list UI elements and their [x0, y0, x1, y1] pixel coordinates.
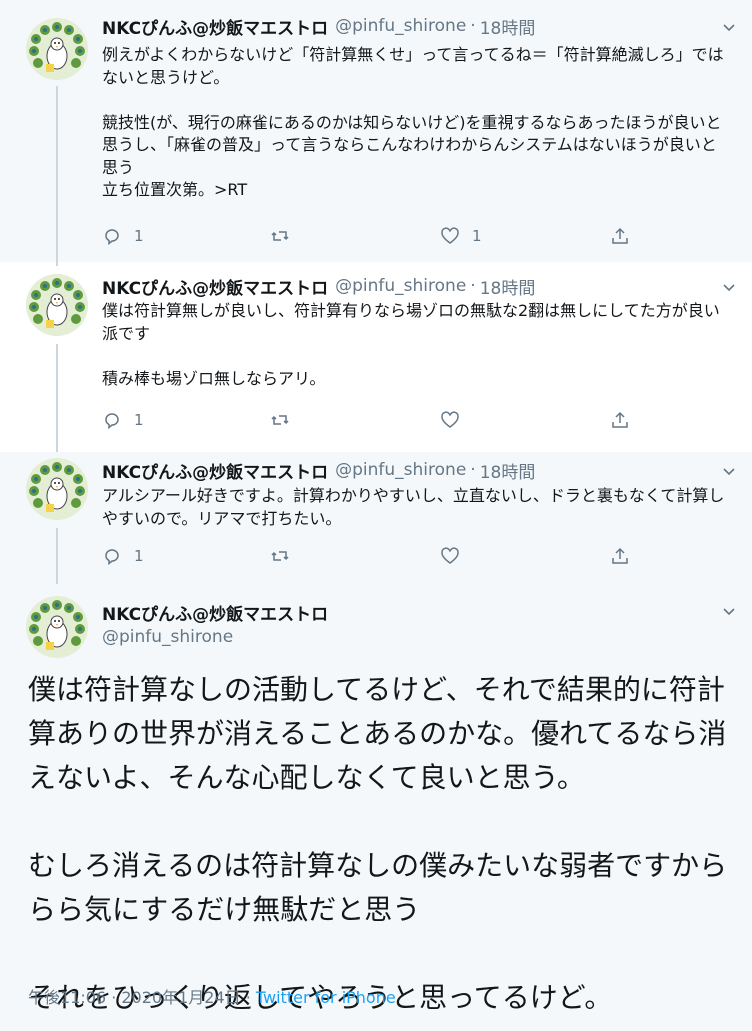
- retweet-icon: [271, 415, 289, 425]
- tweet-source-link[interactable]: Twitter for iPhone: [256, 988, 396, 1007]
- tweet-time[interactable]: 18時間: [480, 14, 536, 39]
- separator-dot: ·: [470, 276, 476, 296]
- reply-count: 1: [134, 411, 144, 429]
- avatar[interactable]: [26, 596, 88, 658]
- tweet[interactable]: NKCぴんふ@炒飯マエストロ @pinfu_shirone · 18時間 アルシ…: [0, 452, 752, 582]
- tweet-text: 例えがよくわからないけど「符計算無くせ」って言ってるね＝「符計算絶滅しろ」ではな…: [102, 44, 732, 202]
- author-handle[interactable]: @pinfu_shirone: [335, 276, 466, 296]
- author-handle[interactable]: @pinfu_shirone: [102, 627, 233, 647]
- share-button[interactable]: [610, 410, 630, 430]
- tweet-metadata: 午後11:06 · 2020年1月24日 · Twitter for iPhon…: [28, 984, 396, 1008]
- heart-icon: [441, 227, 459, 244]
- like-count: 1: [472, 227, 482, 245]
- peacock-avatar-icon: [26, 596, 88, 658]
- tweet[interactable]: NKCぴんふ@炒飯マエストロ @pinfu_shirone · 18時間 僕は符…: [0, 262, 752, 452]
- heart-icon: [441, 547, 459, 564]
- share-icon: [612, 227, 628, 244]
- tweet-actions: 1: [102, 410, 642, 434]
- tweet-paragraph: 競技性(が、現行の麻雀にあるのかは知らないけど)を重視するならあったほうが良いと…: [102, 112, 722, 177]
- tweet-actions: 1: [102, 546, 642, 570]
- tweet-paragraph: 積み棒も場ゾロ無しならアリ。: [102, 368, 326, 388]
- tweet-timestamp[interactable]: 午後11:06 · 2020年1月24日 ·: [28, 988, 256, 1007]
- share-button[interactable]: [610, 226, 630, 246]
- separator-dot: ·: [470, 460, 476, 480]
- tweet-paragraph: 僕は符計算なしの活動してるけど、それで結果的に符計算ありの世界が消えることあるの…: [28, 673, 727, 794]
- tweet-time[interactable]: 18時間: [480, 458, 536, 483]
- author-name[interactable]: NKCぴんふ@炒飯マエストロ: [102, 274, 328, 299]
- avatar[interactable]: [26, 458, 88, 520]
- tweet[interactable]: NKCぴんふ@炒飯マエストロ @pinfu_shirone · 18時間 例えが…: [0, 0, 752, 262]
- author-handle[interactable]: @pinfu_shirone: [335, 460, 466, 480]
- tweet-text: 僕は符計算無しが良いし、符計算有りなら場ゾロの無駄な2翻は無しにしてた方が良い派…: [102, 300, 732, 390]
- reply-count: 1: [134, 547, 144, 565]
- retweet-button[interactable]: [270, 410, 302, 430]
- reply-count: 1: [134, 227, 144, 245]
- like-button[interactable]: [440, 546, 472, 566]
- tweet-paragraph: [102, 345, 732, 368]
- author-name[interactable]: NKCぴんふ@炒飯マエストロ: [102, 14, 328, 39]
- tweet-header: NKCぴんふ@炒飯マエストロ @pinfu_shirone · 18時間: [102, 458, 722, 483]
- author-handle[interactable]: @pinfu_shirone: [335, 16, 466, 36]
- retweet-icon: [271, 231, 289, 241]
- reply-button[interactable]: 1: [102, 410, 144, 430]
- share-icon: [612, 547, 628, 564]
- chevron-down-icon[interactable]: [722, 464, 736, 478]
- tweet-paragraph: 立ち位置次第。>RT: [102, 180, 248, 199]
- chevron-down-icon[interactable]: [722, 604, 736, 618]
- retweet-button[interactable]: [270, 546, 302, 566]
- tweet-paragraph: [28, 932, 732, 976]
- tweet-paragraph: [28, 800, 732, 844]
- heart-icon: [441, 411, 459, 428]
- tweet-time[interactable]: 18時間: [480, 274, 536, 299]
- like-button[interactable]: 1: [440, 226, 482, 246]
- avatar[interactable]: [26, 274, 88, 336]
- tweet-paragraph: 例えがよくわからないけど「符計算無くせ」って言ってるね＝「符計算絶滅しろ」ではな…: [102, 45, 724, 87]
- peacock-avatar-icon: [26, 458, 88, 520]
- retweet-button[interactable]: [270, 226, 302, 246]
- tweet-paragraph: [102, 89, 732, 112]
- peacock-avatar-icon: [26, 274, 88, 336]
- reply-button[interactable]: 1: [102, 546, 144, 566]
- separator-dot: ·: [470, 16, 476, 36]
- avatar[interactable]: [26, 18, 88, 80]
- author-name[interactable]: NKCぴんふ@炒飯マエストロ: [102, 458, 328, 483]
- tweet-actions: 1 1: [102, 226, 642, 250]
- like-button[interactable]: [440, 410, 472, 430]
- share-icon: [612, 411, 628, 428]
- tweet-text: アルシアール好きですよ。計算わかりやすいし、立直ないし、ドラと裏もなくて計算しや…: [102, 485, 732, 530]
- chevron-down-icon[interactable]: [722, 20, 736, 34]
- tweet-header: NKCぴんふ@炒飯マエストロ @pinfu_shirone · 18時間: [102, 14, 722, 39]
- tweet-paragraph: アルシアール好きですよ。計算わかりやすいし、立直ないし、ドラと裏もなくて計算しや…: [102, 486, 725, 528]
- tweet-paragraph: 僕は符計算無しが良いし、符計算有りなら場ゾロの無駄な2翻は無しにしてた方が良い派…: [102, 301, 720, 343]
- reply-icon: [105, 229, 119, 246]
- retweet-icon: [271, 551, 289, 561]
- reply-icon: [105, 413, 119, 430]
- tweet-paragraph: むしろ消えるのは符計算なしの僕みたいな弱者ですかららら気にするだけ無駄だと思う: [28, 849, 728, 926]
- tweet-header: NKCぴんふ@炒飯マエストロ @pinfu_shirone · 18時間: [102, 274, 722, 299]
- reply-button[interactable]: 1: [102, 226, 144, 246]
- reply-icon: [105, 549, 119, 566]
- chevron-down-icon[interactable]: [722, 280, 736, 294]
- author-name[interactable]: NKCぴんふ@炒飯マエストロ: [102, 600, 328, 625]
- peacock-avatar-icon: [26, 18, 88, 80]
- main-tweet-text: 僕は符計算なしの活動してるけど、それで結果的に符計算ありの世界が消えることあるの…: [28, 668, 732, 1020]
- share-button[interactable]: [610, 546, 630, 566]
